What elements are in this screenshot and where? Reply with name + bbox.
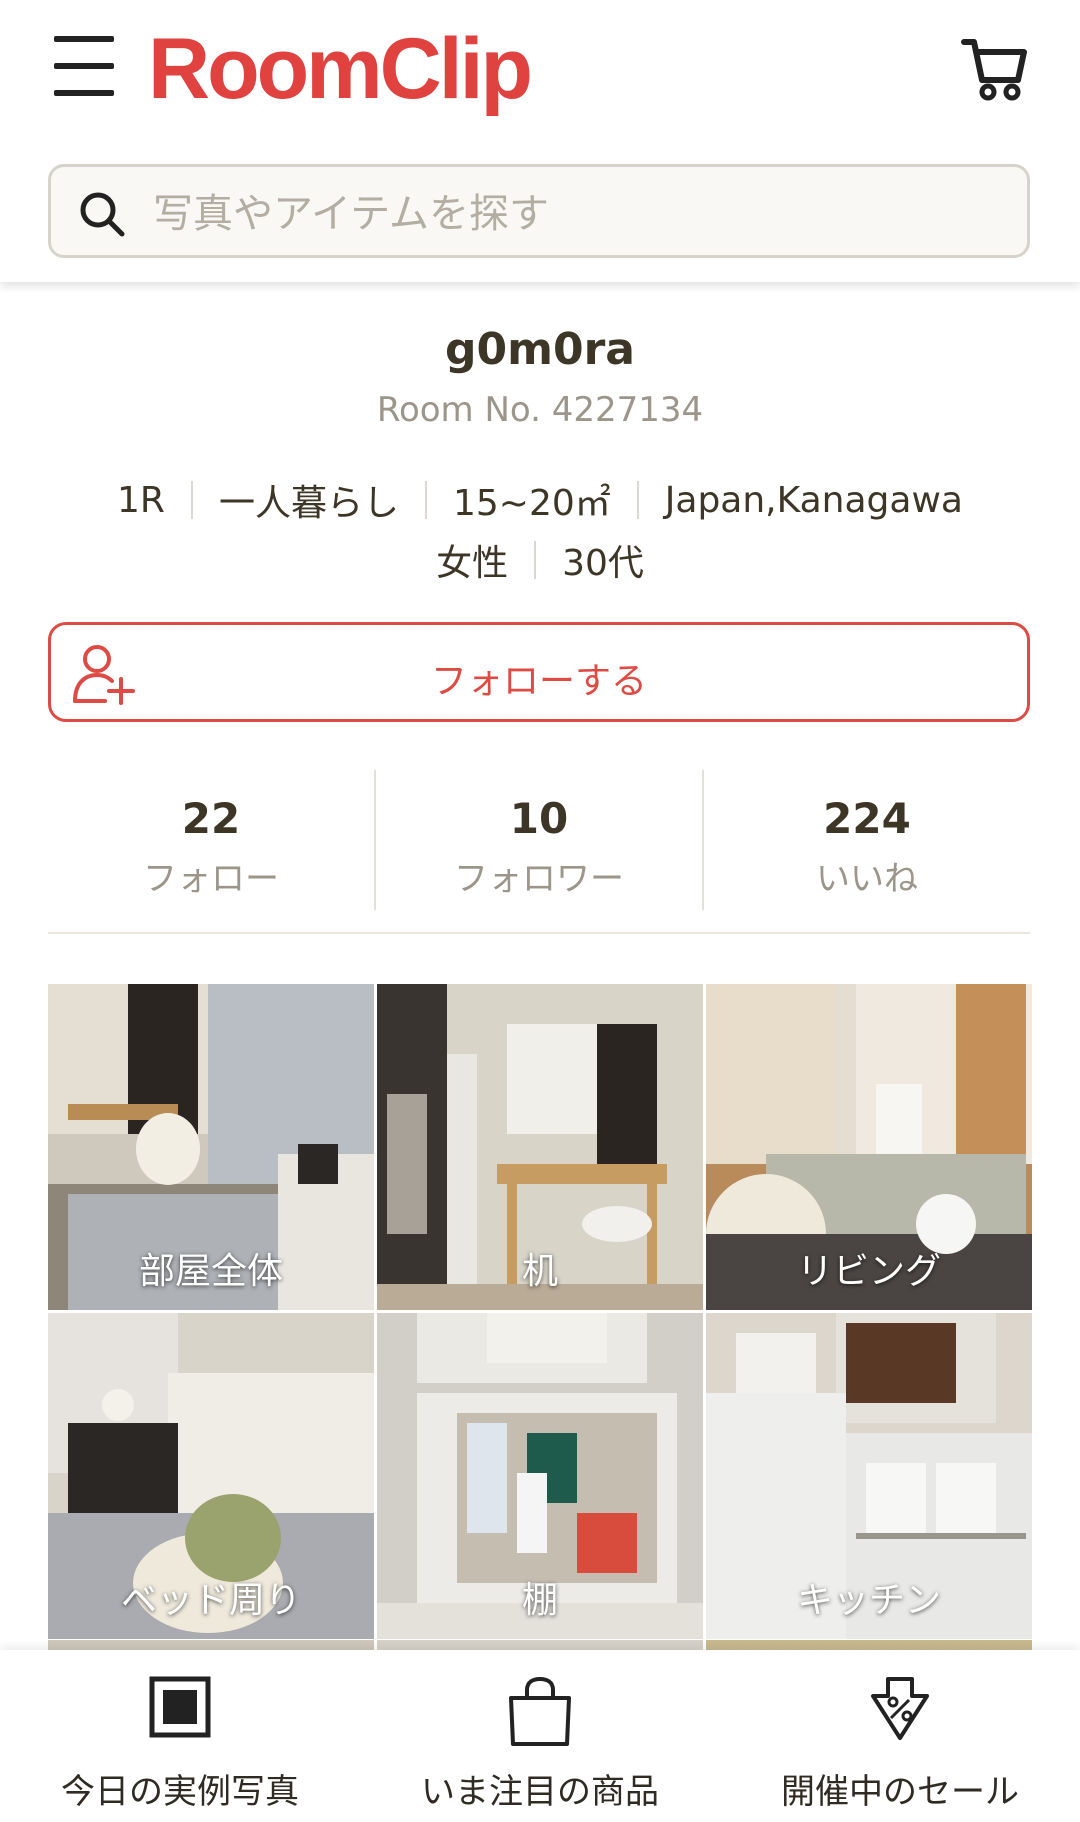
tag-label: ベッド周り bbox=[120, 1580, 301, 1621]
stat-followers[interactable]: 10 フォロワー bbox=[374, 770, 702, 910]
tab-ongoing-sales[interactable]: 開催中のセール bbox=[720, 1650, 1080, 1822]
stat-likes-count: 224 bbox=[823, 794, 911, 843]
follow-label: フォローする bbox=[430, 661, 647, 702]
tag-label: 机 bbox=[521, 1251, 558, 1292]
search-bar[interactable] bbox=[48, 164, 1030, 258]
tag-tile-desk[interactable]: 机 bbox=[377, 984, 703, 1310]
cart-icon[interactable] bbox=[960, 34, 1030, 104]
sale-tag-icon bbox=[871, 1677, 929, 1740]
room-size: 15~20㎡ bbox=[452, 483, 611, 524]
stat-following-label: フォロー bbox=[143, 859, 279, 899]
section-divider bbox=[48, 932, 1030, 934]
tag-label: 棚 bbox=[521, 1580, 558, 1621]
room-number: Room No. 4227134 bbox=[376, 390, 704, 430]
divider bbox=[190, 481, 193, 519]
tag-tile-kitchen[interactable]: キッチン bbox=[706, 1313, 1032, 1639]
stats-row: 22 フォロー 10 フォロワー 224 いいね bbox=[48, 770, 1030, 910]
divider bbox=[636, 481, 639, 519]
next-row-peek bbox=[48, 1640, 374, 1650]
hamburger-menu-icon[interactable] bbox=[50, 34, 116, 98]
photo-frame-icon bbox=[149, 1676, 211, 1738]
tag-label: 部屋全体 bbox=[138, 1251, 283, 1292]
tag-label: リビング bbox=[796, 1251, 941, 1292]
bottom-tab-bar: 今日の実例写真 いま注目の商品 開催中のセール bbox=[0, 1650, 1080, 1822]
follow-button[interactable]: フォローする bbox=[48, 622, 1030, 722]
room-layout: 1R bbox=[117, 479, 165, 521]
shopping-bag-icon bbox=[509, 1676, 571, 1746]
tab-todays-photos[interactable]: 今日の実例写真 bbox=[0, 1650, 360, 1822]
search-icon bbox=[80, 192, 125, 237]
username: g0m0ra bbox=[445, 324, 635, 375]
tag-tile-bedside[interactable]: ベッド周り bbox=[48, 1313, 374, 1639]
age-group: 30代 bbox=[562, 543, 644, 584]
stat-following[interactable]: 22 フォロー bbox=[48, 770, 374, 910]
next-row-peek bbox=[706, 1640, 1032, 1650]
app-header: RoomClip bbox=[0, 0, 1080, 282]
tag-tile-shelf[interactable]: 棚 bbox=[377, 1313, 703, 1639]
divider bbox=[424, 481, 427, 519]
tag-label: キッチン bbox=[796, 1580, 941, 1621]
location: Japan,Kanagawa bbox=[664, 479, 963, 521]
logo-text: RoomClip bbox=[148, 21, 533, 117]
gender: 女性 bbox=[436, 543, 509, 584]
tag-tile-whole-room[interactable]: 部屋全体 bbox=[48, 984, 374, 1310]
stat-likes[interactable]: 224 いいね bbox=[702, 770, 1030, 910]
tab-label: いま注目の商品 bbox=[421, 1772, 659, 1812]
divider bbox=[534, 541, 537, 579]
living-style: 一人暮らし bbox=[218, 483, 399, 524]
stat-likes-label: いいね bbox=[816, 859, 918, 899]
stat-followers-label: フォロワー bbox=[454, 859, 624, 899]
tab-label: 今日の実例写真 bbox=[61, 1772, 299, 1812]
stat-following-count: 22 bbox=[181, 794, 241, 843]
tab-label: 開催中のセール bbox=[781, 1772, 1019, 1812]
stat-followers-count: 10 bbox=[509, 794, 569, 843]
tag-photo-grid: 部屋全体 机 リビング ベッド周り 棚 キッチン bbox=[48, 984, 1032, 1639]
next-row-peek bbox=[377, 1640, 703, 1650]
search-input[interactable] bbox=[151, 181, 1015, 247]
profile-attributes-row1: 1R 一人暮らし 15~20㎡ Japan,Kanagawa bbox=[0, 474, 1080, 526]
roomclip-logo[interactable]: RoomClip bbox=[148, 18, 548, 120]
tab-trending-products[interactable]: いま注目の商品 bbox=[360, 1650, 720, 1822]
tag-tile-living[interactable]: リビング bbox=[706, 984, 1032, 1310]
profile-attributes-row2: 女性 30代 bbox=[0, 534, 1080, 586]
